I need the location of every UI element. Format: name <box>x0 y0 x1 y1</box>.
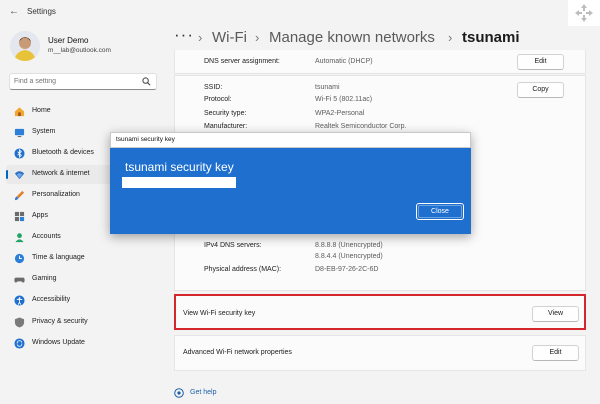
move-arrows-icon <box>575 4 593 22</box>
edit-dns-button[interactable]: Edit <box>517 54 564 70</box>
person-icon <box>15 233 24 243</box>
protocol-value: Wi-Fi 5 (802.11ac) <box>315 96 373 103</box>
dialog-title-bar: tsunami security key <box>110 132 471 148</box>
avatar[interactable] <box>10 31 40 61</box>
security-type-value: WPA2-Personal <box>315 110 365 117</box>
dialog-window-title: tsunami security key <box>116 136 175 143</box>
sidebar-item-label: Personalization <box>32 191 80 198</box>
ssid-value: tsunami <box>315 84 340 91</box>
highlight-box <box>174 294 586 330</box>
protocol-label: Protocol: <box>204 96 232 103</box>
dialog-heading: tsunami security key <box>125 160 234 174</box>
manufacturer-value: Realtek Semiconductor Corp. <box>315 123 407 130</box>
advanced-properties-label: Advanced Wi-Fi network properties <box>183 349 292 356</box>
active-indicator <box>6 170 8 179</box>
chevron-right-icon: › <box>255 30 260 45</box>
sidebar-item-label: Windows Update <box>32 339 85 346</box>
sidebar-item-label: Privacy & security <box>32 318 88 325</box>
dialog-body: tsunami security key Close <box>110 148 471 234</box>
help-icon <box>174 388 184 398</box>
accessibility-icon <box>14 295 25 306</box>
chevron-right-icon: › <box>448 30 453 45</box>
user-name: User Demo <box>48 36 89 45</box>
mac-label: Physical address (MAC): <box>204 266 282 273</box>
bluetooth-icon <box>14 148 25 159</box>
sidebar-item-time-language[interactable]: Time & language <box>6 249 156 268</box>
sidebar-item-label: Network & internet <box>32 170 90 177</box>
sidebar-item-label: Bluetooth & devices <box>32 149 94 156</box>
gamepad-icon <box>14 277 25 283</box>
sync-icon <box>14 338 25 349</box>
sidebar-item-windows-update[interactable]: Windows Update <box>6 334 156 353</box>
chevron-right-icon: › <box>198 30 203 45</box>
advanced-properties-card: Advanced Wi-Fi network properties Edit <box>174 335 586 371</box>
get-help-link[interactable]: Get help <box>190 389 216 396</box>
sidebar-item-label: Time & language <box>32 254 85 261</box>
sidebar-item-label: Home <box>32 107 51 114</box>
user-email: m__lab@outlook.com <box>48 47 111 54</box>
ipv4-dns-value-2: 8.8.4.4 (Unencrypted) <box>315 253 383 260</box>
shield-icon <box>14 317 25 328</box>
monitor-icon <box>14 128 25 138</box>
wifi-icon <box>14 171 25 180</box>
breadcrumb-manage-known-networks[interactable]: Manage known networks <box>269 29 435 46</box>
security-type-label: Security type: <box>204 110 247 117</box>
close-button[interactable]: Close <box>416 203 464 220</box>
dns-assignment-value: Automatic (DHCP) <box>315 58 373 65</box>
title-bar: ← Settings <box>0 0 600 24</box>
search-input[interactable] <box>14 76 134 87</box>
page-title: tsunami <box>462 29 520 46</box>
breadcrumb-more-button[interactable]: ··· <box>174 25 194 45</box>
security-key-dialog: tsunami security key tsunami security ke… <box>110 132 471 234</box>
sidebar-item-home[interactable]: Home <box>6 102 156 121</box>
sidebar-item-privacy[interactable]: Privacy & security <box>6 313 156 332</box>
ipv4-dns-label: IPv4 DNS servers: <box>204 242 262 249</box>
brush-icon <box>14 190 25 201</box>
sidebar-item-label: Accessibility <box>32 296 71 303</box>
apps-icon <box>14 211 25 222</box>
dns-assignment-card: DNS server assignment: Automatic (DHCP) … <box>174 50 586 74</box>
copy-button[interactable]: Copy <box>517 82 564 98</box>
sidebar-item-label: System <box>32 128 56 135</box>
security-key-field[interactable] <box>122 177 236 188</box>
sidebar-item-label: Apps <box>32 212 48 219</box>
app-title: Settings <box>27 7 56 16</box>
sidebar-item-label: Accounts <box>32 233 61 240</box>
sidebar-item-label: Gaming <box>32 275 57 282</box>
mac-value: D8-EB-97-26-2C-6D <box>315 266 379 273</box>
breadcrumb-wifi[interactable]: Wi-Fi <box>212 29 247 46</box>
back-arrow-icon[interactable]: ← <box>9 6 19 17</box>
search-box[interactable] <box>9 73 157 90</box>
edit-advanced-button[interactable]: Edit <box>532 345 579 361</box>
manufacturer-label: Manufacturer: <box>204 123 248 130</box>
move-icon-corner <box>568 0 600 26</box>
ssid-label: SSID: <box>204 84 223 91</box>
sidebar-item-gaming[interactable]: Gaming <box>6 270 156 289</box>
ipv4-dns-value-1: 8.8.8.8 (Unencrypted) <box>315 242 383 249</box>
search-icon[interactable] <box>142 77 151 86</box>
home-icon <box>14 107 25 117</box>
dns-assignment-label: DNS server assignment: <box>204 58 280 65</box>
sidebar-item-accessibility[interactable]: Accessibility <box>6 291 156 310</box>
globe-clock-icon <box>14 253 25 264</box>
